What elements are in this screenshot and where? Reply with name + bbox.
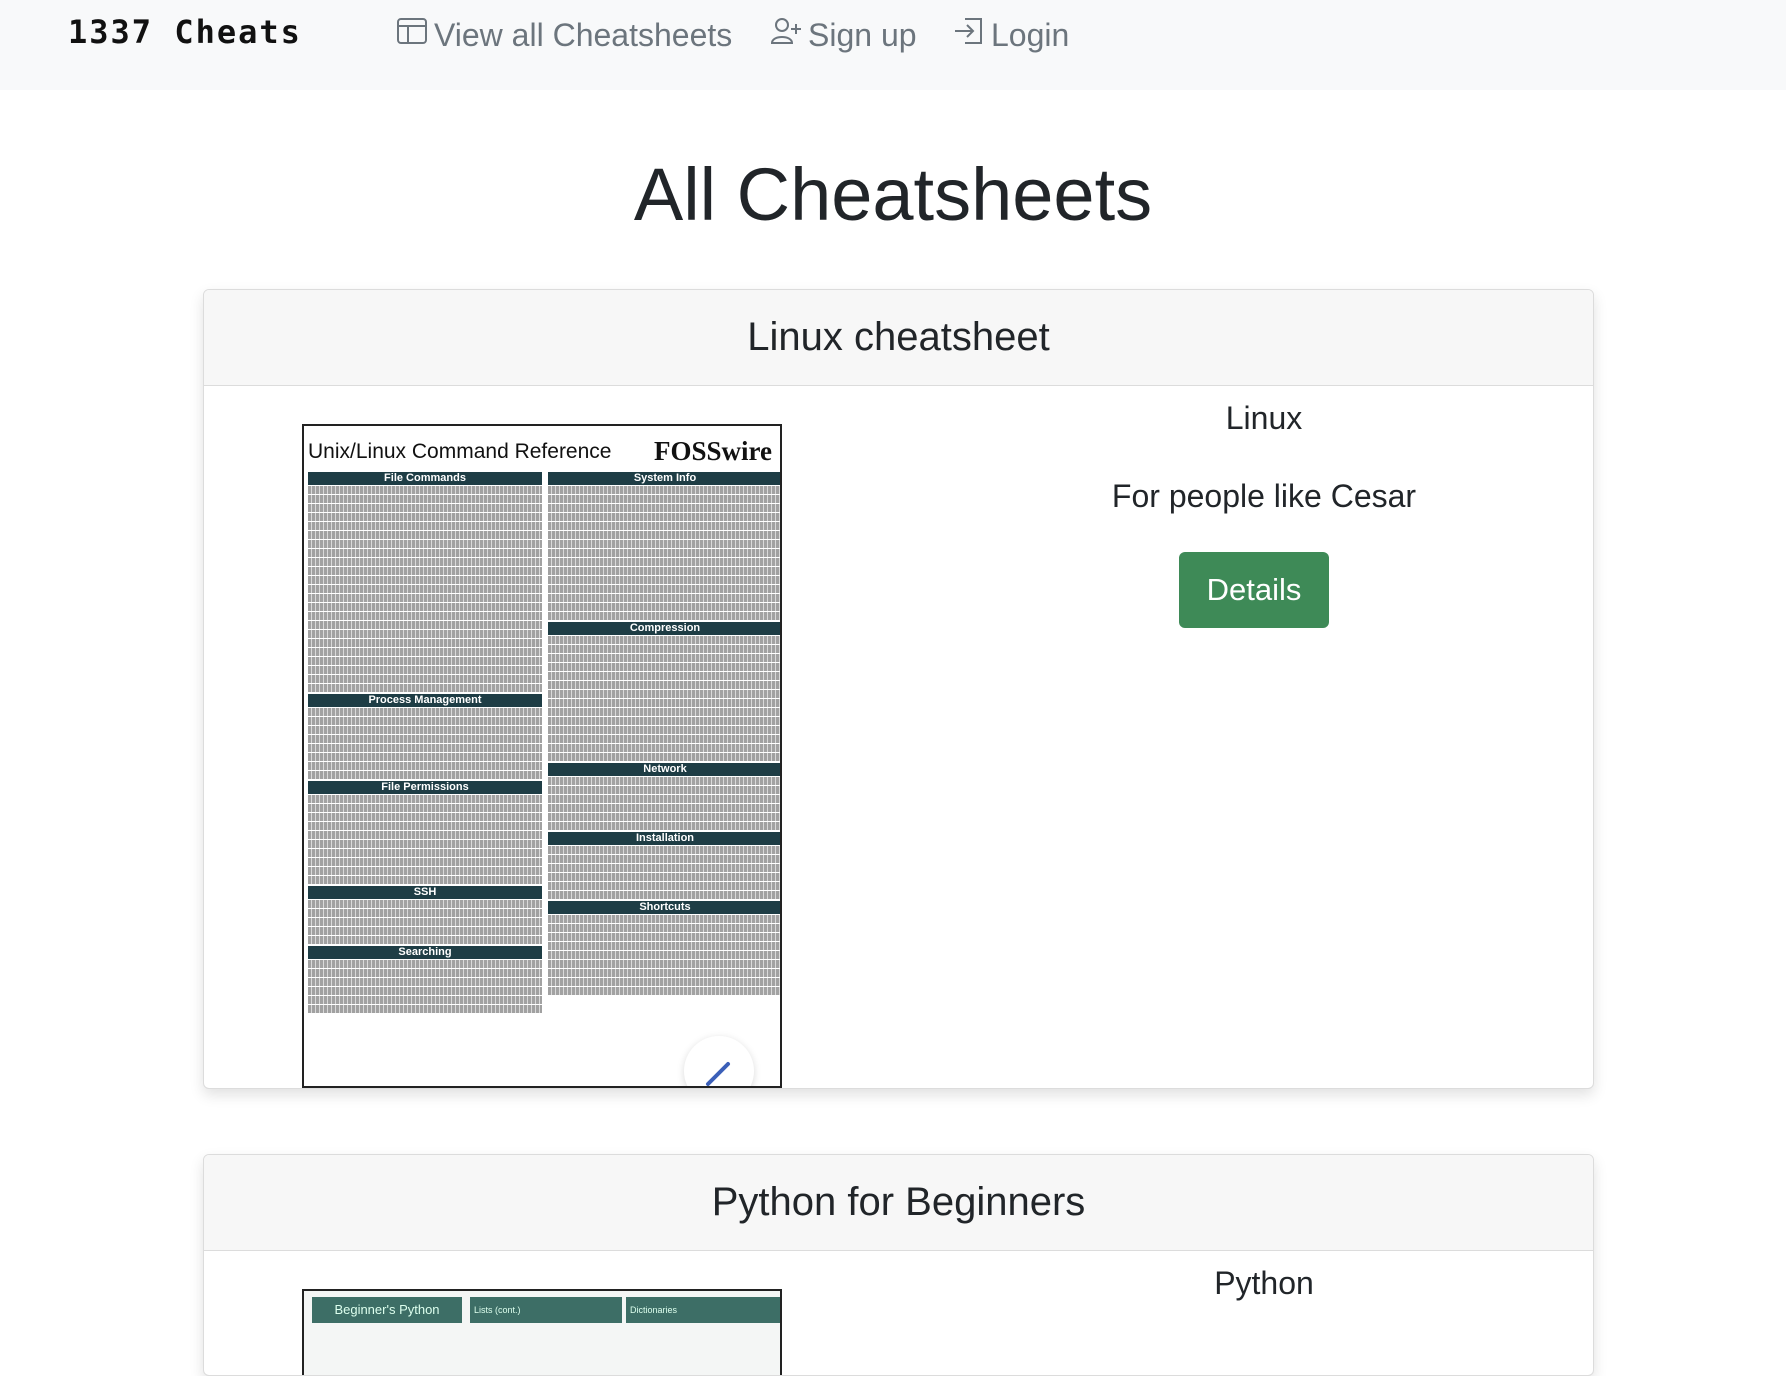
card-description: For people like Cesar — [1111, 478, 1417, 514]
thumbnail-section-header: Lists (cont.) — [470, 1297, 622, 1323]
cheatsheet-card: Python for Beginners Beginner's Python L… — [203, 1154, 1594, 1376]
edit-button[interactable] — [684, 1036, 754, 1086]
nav-sign-up[interactable]: Sign up — [770, 14, 917, 56]
box-arrow-in-right-icon — [953, 16, 991, 54]
thumbnail-section-header: Installation — [548, 832, 780, 845]
thumbnail-section-header: Dictionaries — [626, 1297, 780, 1323]
thumbnail-section-header: File Permissions — [308, 781, 542, 794]
fosswire-logo: FOSSwire — [653, 436, 772, 466]
thumbnail-section-header: Process Management — [308, 694, 542, 707]
thumbnail-section-header: File Commands — [308, 472, 542, 485]
thumbnail-section-header: Shortcuts — [548, 901, 780, 914]
card-title: Linux cheatsheet — [204, 290, 1593, 386]
thumbnail-title: Unix/Linux Command Reference — [308, 440, 612, 463]
thumbnail-section-header: Network — [548, 763, 780, 776]
card-category: Linux — [1225, 400, 1303, 436]
thumbnail-section-header: SSH — [308, 886, 542, 899]
page-title: All Cheatsheets — [633, 153, 1153, 236]
table-icon — [396, 16, 434, 54]
details-button[interactable]: Details — [1179, 552, 1329, 628]
card-category: Python — [1214, 1265, 1314, 1301]
card-title: Python for Beginners — [204, 1155, 1593, 1251]
thumbnail-section-header: Compression — [548, 622, 780, 635]
thumbnail-section-header: Searching — [308, 946, 542, 959]
navbar: 1337 Cheats View all Cheatsheets Sign up — [0, 0, 1786, 90]
thumbnail-left-column: File Commands Process Management File Pe… — [308, 470, 542, 1014]
cheatsheet-card: Linux cheatsheet Unix/Linux Command Refe… — [203, 289, 1594, 1089]
cheatsheet-thumbnail[interactable]: Unix/Linux Command Reference FOSSwire Fi… — [302, 424, 782, 1088]
cheatsheet-thumbnail[interactable]: Beginner's Python Lists (cont.) Dictiona… — [302, 1289, 782, 1375]
person-plus-icon — [770, 16, 808, 54]
nav-link-label: Sign up — [808, 16, 917, 53]
thumbnail-section-header: System Info — [548, 472, 780, 485]
nav-link-label: Login — [991, 16, 1070, 53]
brand-logo[interactable]: 1337 Cheats — [68, 12, 302, 52]
nav-link-label: View all Cheatsheets — [434, 16, 733, 53]
thumbnail-right-column: System Info Compression Network Installa… — [548, 470, 780, 996]
nav-login[interactable]: Login — [953, 14, 1069, 56]
thumbnail-section-header: Beginner's Python — [312, 1297, 462, 1323]
nav-view-all-cheatsheets[interactable]: View all Cheatsheets — [396, 14, 732, 56]
